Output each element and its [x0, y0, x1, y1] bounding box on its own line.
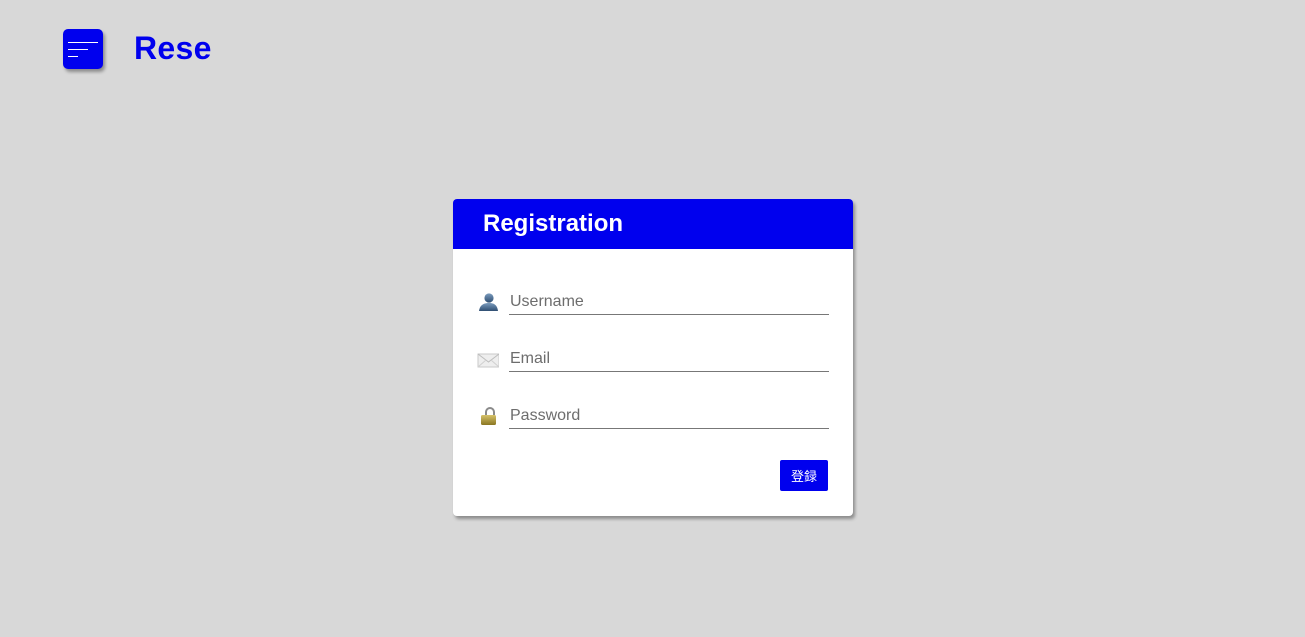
menu-line: [68, 42, 98, 43]
email-input[interactable]: [509, 347, 829, 372]
brand-logo-text[interactable]: Rese: [134, 28, 212, 68]
email-field: [477, 347, 829, 373]
menu-button[interactable]: [63, 29, 103, 69]
user-icon: [477, 292, 499, 312]
password-input[interactable]: [509, 404, 829, 429]
password-field: [477, 404, 829, 430]
lock-icon: [477, 406, 499, 426]
card-title: Registration: [483, 210, 624, 237]
menu-line: [68, 56, 78, 57]
card-header: Registration: [453, 199, 853, 249]
username-input[interactable]: [509, 290, 829, 315]
page: Rese Registration Username Email 登録: [0, 0, 1305, 637]
register-button[interactable]: 登録: [780, 460, 828, 491]
menu-line: [68, 49, 88, 50]
username-field: [477, 290, 829, 316]
mail-icon: [477, 349, 500, 369]
